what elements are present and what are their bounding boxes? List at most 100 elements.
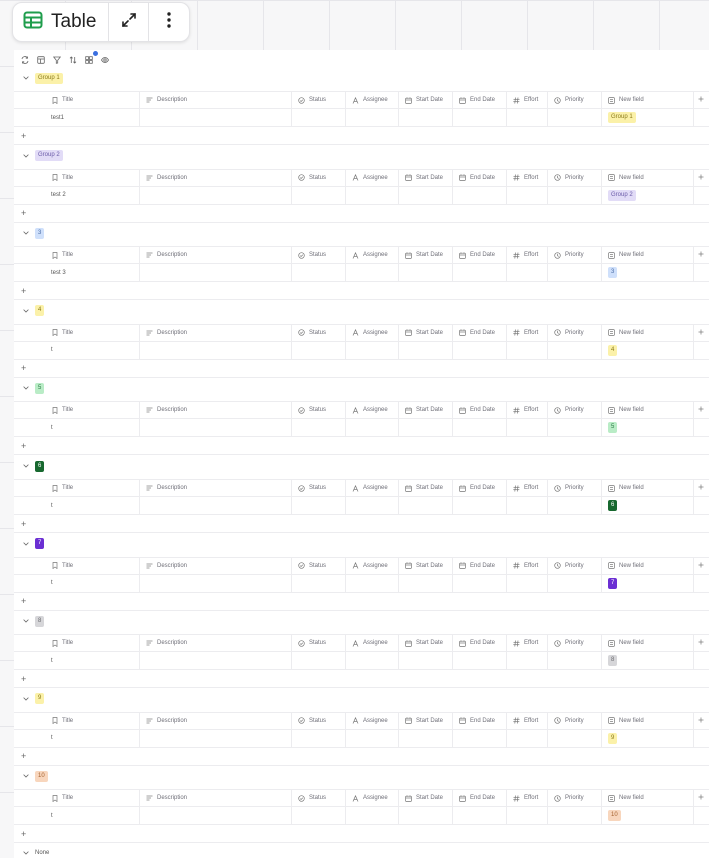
table-row[interactable]: t6: [14, 497, 709, 515]
column-header-effort[interactable]: Effort: [507, 790, 548, 807]
cell-title[interactable]: t: [45, 652, 140, 670]
cell-start-date[interactable]: [399, 497, 453, 514]
cell-description[interactable]: [140, 264, 292, 282]
cell-title[interactable]: t: [45, 807, 140, 825]
chevron-down-icon[interactable]: [22, 462, 30, 470]
column-header-assignee[interactable]: Assignee: [346, 557, 399, 574]
chevron-down-icon[interactable]: [22, 229, 30, 237]
column-header-start-date[interactable]: Start Date: [399, 557, 453, 574]
column-header-effort[interactable]: Effort: [507, 402, 548, 419]
cell-priority[interactable]: [548, 186, 602, 204]
column-header-assignee[interactable]: Assignee: [346, 790, 399, 807]
column-header-priority[interactable]: Priority: [548, 402, 602, 419]
column-header-new-field[interactable]: New field: [602, 480, 694, 496]
group-icon[interactable]: [84, 50, 99, 65]
cell-status[interactable]: [292, 341, 346, 359]
cell-new-field[interactable]: 5: [602, 419, 694, 437]
cell-effort[interactable]: [507, 497, 548, 514]
cell-end-date[interactable]: [453, 652, 507, 670]
column-header-title[interactable]: Title: [45, 480, 140, 496]
table-row[interactable]: t8: [14, 652, 709, 671]
group-tag[interactable]: 5: [35, 382, 45, 394]
column-header-status[interactable]: Status: [292, 557, 346, 574]
group-tag[interactable]: 4: [35, 305, 45, 317]
column-header-assignee[interactable]: Assignee: [346, 635, 399, 652]
filter-icon[interactable]: [52, 55, 62, 65]
cell-description[interactable]: [140, 341, 292, 359]
add-row-button[interactable]: +: [14, 205, 709, 223]
sort-icon[interactable]: [68, 55, 78, 65]
cell-title[interactable]: test 2: [45, 186, 140, 204]
cell-status[interactable]: [292, 419, 346, 437]
cell-effort[interactable]: [507, 729, 548, 747]
table-row[interactable]: test1 Group 1: [14, 109, 709, 127]
add-row-button[interactable]: +: [14, 825, 709, 844]
column-header-priority[interactable]: Priority: [548, 480, 602, 496]
column-header-new-field[interactable]: New field: [602, 324, 694, 341]
cell-status[interactable]: [292, 652, 346, 670]
cell-priority[interactable]: [548, 574, 602, 592]
cell-description[interactable]: [140, 497, 292, 514]
cell-description[interactable]: [140, 729, 292, 747]
cell-description[interactable]: [140, 186, 292, 204]
cell-start-date[interactable]: [399, 341, 453, 359]
cell-new-field[interactable]: 8: [602, 652, 694, 670]
column-header-priority[interactable]: Priority: [548, 92, 602, 108]
cell-assignee[interactable]: [346, 186, 399, 204]
column-header-status[interactable]: Status: [292, 247, 346, 264]
cell-description[interactable]: [140, 574, 292, 592]
column-header-start-date[interactable]: Start Date: [399, 712, 453, 729]
column-header-new-field[interactable]: New field: [602, 402, 694, 419]
table-row[interactable]: t 10: [14, 807, 709, 826]
column-header-start-date[interactable]: Start Date: [399, 324, 453, 341]
column-header-new-field[interactable]: New field: [602, 635, 694, 652]
group-tag[interactable]: 6: [35, 460, 45, 472]
cell-assignee[interactable]: [346, 807, 399, 825]
column-header-start-date[interactable]: Start Date: [399, 480, 453, 496]
column-header-description[interactable]: Description: [140, 712, 292, 729]
cell-end-date[interactable]: [453, 109, 507, 126]
column-header-end-date[interactable]: End Date: [453, 557, 507, 574]
column-header-assignee[interactable]: Assignee: [346, 92, 399, 108]
cell-status[interactable]: [292, 186, 346, 204]
column-header-priority[interactable]: Priority: [548, 557, 602, 574]
cell-end-date[interactable]: [453, 807, 507, 825]
layout-icon[interactable]: [36, 55, 46, 65]
column-header-new-field[interactable]: New field: [602, 247, 694, 264]
table-title[interactable]: Table: [13, 3, 110, 41]
chevron-down-icon[interactable]: [22, 772, 30, 780]
cell-effort[interactable]: [507, 341, 548, 359]
column-header-title[interactable]: Title: [45, 324, 140, 341]
column-header-title[interactable]: Title: [45, 790, 140, 807]
column-header-status[interactable]: Status: [292, 790, 346, 807]
add-row-button[interactable]: +: [14, 670, 709, 689]
cell-effort[interactable]: [507, 264, 548, 282]
add-row-button[interactable]: +: [14, 127, 709, 145]
cell-assignee[interactable]: [346, 341, 399, 359]
cell-title[interactable]: test 3: [45, 264, 140, 282]
column-header-effort[interactable]: Effort: [507, 635, 548, 652]
column-header-new-field[interactable]: New field: [602, 557, 694, 574]
column-header-priority[interactable]: Priority: [548, 247, 602, 264]
cell-assignee[interactable]: [346, 574, 399, 592]
column-header-title[interactable]: Title: [45, 92, 140, 108]
cell-effort[interactable]: [507, 419, 548, 437]
column-header-title[interactable]: Title: [45, 712, 140, 729]
cell-start-date[interactable]: [399, 652, 453, 670]
column-header-description[interactable]: Description: [140, 635, 292, 652]
column-header-title[interactable]: Title: [45, 247, 140, 264]
add-row-button[interactable]: +: [14, 437, 709, 456]
cell-assignee[interactable]: [346, 497, 399, 514]
table-row[interactable]: t9: [14, 729, 709, 748]
cell-start-date[interactable]: [399, 186, 453, 204]
cell-effort[interactable]: [507, 186, 548, 204]
cell-end-date[interactable]: [453, 264, 507, 282]
add-column-button[interactable]: [694, 558, 709, 574]
cell-new-field[interactable]: 6: [602, 497, 694, 514]
group-tag[interactable]: 3: [35, 227, 45, 239]
column-header-status[interactable]: Status: [292, 712, 346, 729]
column-header-title[interactable]: Title: [45, 402, 140, 419]
column-header-effort[interactable]: Effort: [507, 557, 548, 574]
cell-priority[interactable]: [548, 729, 602, 747]
column-header-priority[interactable]: Priority: [548, 712, 602, 729]
